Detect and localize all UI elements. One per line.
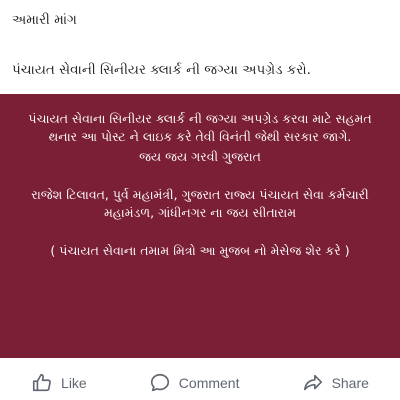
post-image-banner: પંચાયત સેવાના સિનીયર ક્લાર્ક ની જગ્યા અપ… bbox=[0, 94, 400, 358]
banner-signature-text: રાજેશ ટિલાવત, પુર્વ મહામંત્રી, ગુજરાત રા… bbox=[31, 187, 369, 220]
speech-bubble-icon bbox=[149, 372, 171, 394]
banner-request-text: પંચાયત સેવાના સિનીયર ક્લાર્ક ની જગ્યા અપ… bbox=[28, 111, 372, 144]
post-header-text: અમારી માંગ bbox=[12, 12, 77, 28]
like-label: Like bbox=[61, 375, 87, 391]
share-arrow-icon bbox=[302, 372, 324, 394]
share-button[interactable]: Share bbox=[302, 372, 369, 394]
comment-label: Comment bbox=[178, 375, 240, 391]
banner-share-request: ( પંચાયત સેવાના તમામ મિત્રો આ મુજબ નો મે… bbox=[50, 243, 350, 258]
comment-button[interactable]: Comment bbox=[149, 372, 240, 394]
share-label: Share bbox=[331, 375, 369, 391]
thumbs-up-icon bbox=[31, 372, 53, 394]
post-action-bar: Like Comment Share bbox=[0, 366, 400, 400]
like-button[interactable]: Like bbox=[31, 372, 87, 394]
banner-slogan: જય જય ગરવી ગુજરાત bbox=[139, 149, 261, 164]
post-body-text: પંચાયત સેવાની સિનીયર ક્લાર્ક ની જગ્યા અપ… bbox=[12, 62, 311, 78]
